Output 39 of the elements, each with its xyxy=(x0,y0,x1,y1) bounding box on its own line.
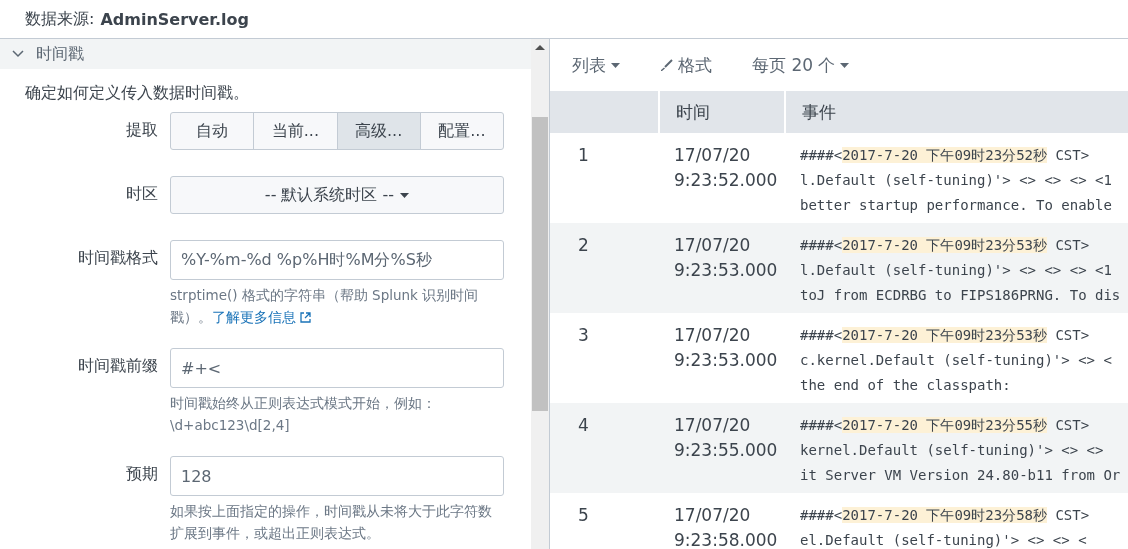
field-label: 时间戳前缀 xyxy=(78,355,158,377)
field-label: 预期 xyxy=(126,463,158,485)
section-header[interactable]: 时间戳 xyxy=(0,39,531,69)
segment-button[interactable]: 配置... xyxy=(419,112,504,150)
caret-icon xyxy=(840,62,850,68)
event-cell: ####<2017-7-20 下午09时23分55秒 CST> kernel.Default (self-tuning)'> <> <> it Server VM Version 24.80-b11 from Or xyxy=(784,403,1128,493)
per-page-menu[interactable]: 每页 20 个 xyxy=(752,53,850,77)
caret-icon xyxy=(611,62,620,68)
scrollbar[interactable] xyxy=(531,39,549,549)
timezone-dropdown[interactable]: -- 默认系统时区 -- xyxy=(170,176,504,214)
row-number: 2 xyxy=(550,223,658,313)
help-text: 如果按上面指定的操作，时间戳从未将大于此字符数扩展到事件，或超出正则表达式。 xyxy=(170,502,493,543)
learn-more-link[interactable]: 了解更多信息 xyxy=(212,306,311,328)
time-cell: 17/07/20 9:23:53.000 xyxy=(658,223,784,313)
source-name: AdminServer.log xyxy=(100,9,249,29)
column-header[interactable]: 时间 xyxy=(658,91,784,133)
input-field[interactable]: %Y-%m-%d %p%H时%M分%S秒 xyxy=(170,240,504,280)
row-number: 4 xyxy=(550,403,658,493)
segment-button[interactable]: 高级... xyxy=(336,112,421,150)
field-label: 时区 xyxy=(126,183,158,205)
input-field[interactable]: 128 xyxy=(170,456,504,496)
segment-button[interactable]: 当前... xyxy=(253,112,338,150)
field-label: 时间戳格式 xyxy=(78,247,158,269)
event-cell: ####<2017-7-20 下午09时23分53秒 CST> l.Default (self-tuning)'> <> <> <> <1 toJ from ECDRBG to FIPS186PRNG. To dis xyxy=(784,223,1128,313)
header-label: 数据来源: xyxy=(25,8,95,30)
brush-icon xyxy=(660,58,673,72)
help-text: strptime() 格式的字符串（帮助 Splunk 识别时间戳）。了解更多信息 xyxy=(170,284,504,328)
section-title: 时间戳 xyxy=(36,43,84,65)
field-label: 提取 xyxy=(126,119,158,141)
segment-button[interactable]: 自动 xyxy=(170,112,255,150)
time-cell: 17/07/20 9:23:55.000 xyxy=(658,403,784,493)
format-button[interactable]: 格式 xyxy=(660,53,712,77)
column-header[interactable]: 事件 xyxy=(784,91,1128,133)
list-menu[interactable]: 列表 xyxy=(572,53,620,77)
section-description: 确定如何定义传入数据时间戳。 xyxy=(24,82,250,104)
external-link-icon xyxy=(300,311,311,323)
caret-icon xyxy=(400,192,410,198)
input-field[interactable]: #+< xyxy=(170,348,504,388)
help-text: 时间戳始终从正则表达式模式开始，例如：\d+abc123\d[2,4] xyxy=(170,394,437,435)
